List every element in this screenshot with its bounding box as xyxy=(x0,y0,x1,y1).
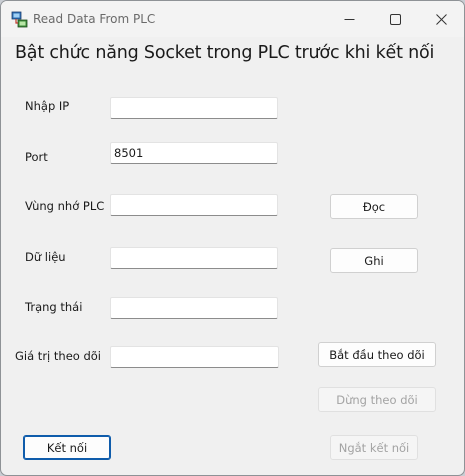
data-label: Dữ liệu xyxy=(25,250,66,264)
status-input[interactable] xyxy=(110,297,278,319)
status-label: Trạng thái xyxy=(25,300,83,314)
monitor-input[interactable] xyxy=(110,346,279,368)
port-input[interactable]: 8501 xyxy=(110,142,278,164)
memory-label: Vùng nhớ PLC xyxy=(25,199,105,213)
maximize-button[interactable] xyxy=(372,1,418,37)
connect-button[interactable]: Kết nối xyxy=(23,435,111,460)
monitor-label: Giá trị theo dõi xyxy=(15,349,101,363)
ip-label: Nhập IP xyxy=(25,99,70,113)
window-title: Read Data From PLC xyxy=(33,12,156,26)
start-monitor-button[interactable]: Bắt đầu theo dõi xyxy=(318,342,436,367)
plc-network-icon xyxy=(11,11,28,28)
stop-monitor-button[interactable]: Dừng theo dõi xyxy=(318,387,436,412)
page-heading: Bật chức năng Socket trong PLC trước khi… xyxy=(15,43,435,63)
ip-input[interactable] xyxy=(110,97,278,119)
minimize-button[interactable] xyxy=(326,1,372,37)
memory-input[interactable] xyxy=(110,194,278,216)
read-button[interactable]: Đọc xyxy=(330,194,418,219)
app-window: Read Data From PLC Bật chức năng Socket … xyxy=(0,0,465,476)
close-icon xyxy=(435,10,447,29)
title-bar[interactable]: Read Data From PLC xyxy=(1,1,464,37)
maximize-icon xyxy=(389,10,401,29)
port-label: Port xyxy=(25,150,48,164)
data-input[interactable] xyxy=(110,247,278,269)
write-button[interactable]: Ghi xyxy=(330,248,418,273)
close-button[interactable] xyxy=(418,1,464,37)
disconnect-button[interactable]: Ngắt kết nối xyxy=(330,435,418,460)
minimize-icon xyxy=(344,10,355,29)
